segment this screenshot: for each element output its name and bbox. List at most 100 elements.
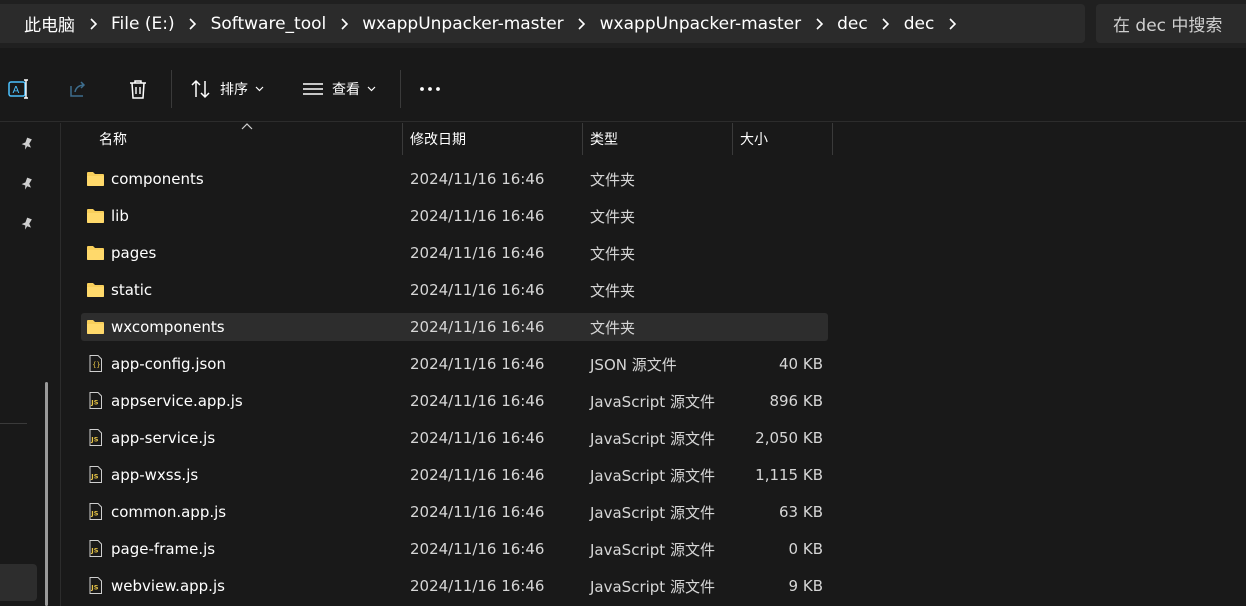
breadcrumb-item-drive[interactable]: File (E:) (111, 14, 175, 34)
svg-text:A: A (13, 85, 20, 96)
file-name: page-frame.js (111, 540, 216, 558)
chevron-right-icon[interactable] (868, 17, 904, 31)
file-type: JavaScript 源文件 (590, 540, 715, 559)
nav-scrollbar[interactable] (45, 382, 48, 606)
toolbar-divider (171, 70, 172, 108)
column-type[interactable]: 类型 (583, 123, 618, 155)
chevron-right-icon[interactable] (934, 17, 970, 31)
file-size: 896 KB (769, 392, 823, 410)
file-size: 9 KB (788, 577, 823, 595)
sort-ascending-icon (241, 123, 253, 130)
column-name[interactable]: 名称 (92, 123, 127, 155)
js-file-icon: JS (86, 503, 105, 520)
file-date: 2024/11/16 16:46 (410, 466, 545, 484)
breadcrumb-item-this-pc[interactable]: 此电脑 (24, 11, 75, 36)
file-size: 2,050 KB (755, 429, 823, 447)
file-type: 文件夹 (590, 318, 636, 337)
chevron-down-icon (255, 86, 264, 92)
js-file-icon: JS (86, 466, 105, 483)
chevron-right-icon[interactable] (75, 17, 111, 31)
file-date: 2024/11/16 16:46 (410, 355, 545, 373)
chevron-right-icon[interactable] (564, 17, 600, 31)
chevron-right-icon[interactable] (801, 17, 837, 31)
folder-icon (86, 318, 105, 335)
file-type: JavaScript 源文件 (590, 577, 715, 596)
view-button[interactable]: 查看 (302, 74, 376, 104)
rename-icon[interactable]: A (5, 76, 31, 102)
folder-icon (86, 244, 105, 261)
file-row[interactable]: static 2024/11/16 16:46 文件夹 (81, 276, 828, 304)
file-row[interactable]: {} app-config.json 2024/11/16 16:46 JSON 源文… (81, 350, 828, 378)
file-date: 2024/11/16 16:46 (410, 540, 545, 558)
file-name: app-service.js (111, 429, 216, 447)
breadcrumb-item-software-tool[interactable]: Software_tool (211, 14, 327, 34)
file-row[interactable]: JS common.app.js 2024/11/16 16:46 JavaScrip… (81, 498, 828, 526)
svg-text:JS: JS (90, 584, 98, 592)
file-date: 2024/11/16 16:46 (410, 577, 545, 595)
file-type: JSON 源文件 (590, 355, 677, 374)
breadcrumb-item-wxappunpacker-1[interactable]: wxappUnpacker-master (362, 14, 563, 34)
svg-text:JS: JS (90, 510, 98, 518)
file-date: 2024/11/16 16:46 (410, 244, 545, 262)
toolbar-divider (400, 70, 401, 108)
file-name: components (111, 170, 204, 188)
column-date[interactable]: 修改日期 (403, 123, 466, 155)
file-row[interactable]: lib 2024/11/16 16:46 文件夹 (81, 202, 828, 230)
sort-button[interactable]: 排序 (190, 74, 264, 104)
pin-icon[interactable] (20, 137, 34, 151)
js-file-icon: JS (86, 429, 105, 446)
nav-item-selected[interactable] (0, 564, 37, 601)
file-name: wxcomponents (111, 318, 225, 336)
file-row[interactable]: JS app-wxss.js 2024/11/16 16:46 JavaScript … (81, 461, 828, 489)
column-header-row: 名称 修改日期 类型 大小 (61, 123, 1246, 155)
pin-icon[interactable] (20, 217, 34, 231)
js-file-icon: JS (86, 540, 105, 557)
folder-icon (86, 281, 105, 298)
share-icon[interactable] (65, 76, 91, 102)
file-row[interactable]: JS app-service.js 2024/11/16 16:46 JavaScri… (81, 424, 828, 452)
file-size: 40 KB (779, 355, 823, 373)
more-options-icon[interactable] (417, 76, 443, 102)
address-bar: 此电脑 File (E:) Software_tool wxappUnpacke… (0, 0, 1246, 48)
file-row[interactable]: wxcomponents 2024/11/16 16:46 文件夹 (81, 313, 828, 341)
pin-icon[interactable] (20, 177, 34, 191)
search-input[interactable]: 在 dec 中搜索 (1096, 4, 1246, 43)
breadcrumb[interactable]: 此电脑 File (E:) Software_tool wxappUnpacke… (0, 4, 1085, 43)
file-row[interactable]: JS webview.app.js 2024/11/16 16:46 JavaScri… (81, 572, 828, 600)
file-date: 2024/11/16 16:46 (410, 207, 545, 225)
chevron-right-icon[interactable] (175, 17, 211, 31)
breadcrumb-item-dec-1[interactable]: dec (837, 14, 868, 34)
file-date: 2024/11/16 16:46 (410, 281, 545, 299)
file-date: 2024/11/16 16:46 (410, 503, 545, 521)
view-list-icon (303, 83, 323, 95)
file-row[interactable]: JS appservice.app.js 2024/11/16 16:46 JavaS… (81, 387, 828, 415)
svg-text:JS: JS (90, 547, 98, 555)
file-date: 2024/11/16 16:46 (410, 429, 545, 447)
view-label: 查看 (332, 82, 360, 98)
file-list: 名称 修改日期 类型 大小 components 2024/11/16 16:46… (61, 123, 1246, 606)
file-row[interactable]: JS page-frame.js 2024/11/16 16:46 JavaScrip… (81, 535, 828, 563)
folder-icon (86, 207, 105, 224)
breadcrumb-item-dec-2[interactable]: dec (904, 14, 935, 34)
folder-icon (86, 170, 105, 187)
breadcrumb-item-wxappunpacker-2[interactable]: wxappUnpacker-master (600, 14, 801, 34)
chevron-right-icon[interactable] (326, 17, 362, 31)
file-type: JavaScript 源文件 (590, 392, 715, 411)
file-name: lib (111, 207, 129, 225)
file-date: 2024/11/16 16:46 (410, 392, 545, 410)
delete-icon[interactable] (125, 76, 151, 102)
file-row[interactable]: components 2024/11/16 16:46 文件夹 (81, 165, 828, 193)
file-name: pages (111, 244, 157, 262)
column-size[interactable]: 大小 (733, 123, 768, 155)
column-divider[interactable] (832, 123, 833, 155)
navigation-pane (0, 123, 48, 606)
command-bar: A 排序 查看 (0, 56, 1246, 122)
file-name: common.app.js (111, 503, 227, 521)
json-file-icon: {} (86, 355, 105, 372)
file-name: webview.app.js (111, 577, 225, 595)
file-size: 1,115 KB (755, 466, 823, 484)
file-type: 文件夹 (590, 207, 636, 226)
sort-label: 排序 (220, 82, 248, 98)
nav-divider (0, 423, 27, 424)
file-row[interactable]: pages 2024/11/16 16:46 文件夹 (81, 239, 828, 267)
